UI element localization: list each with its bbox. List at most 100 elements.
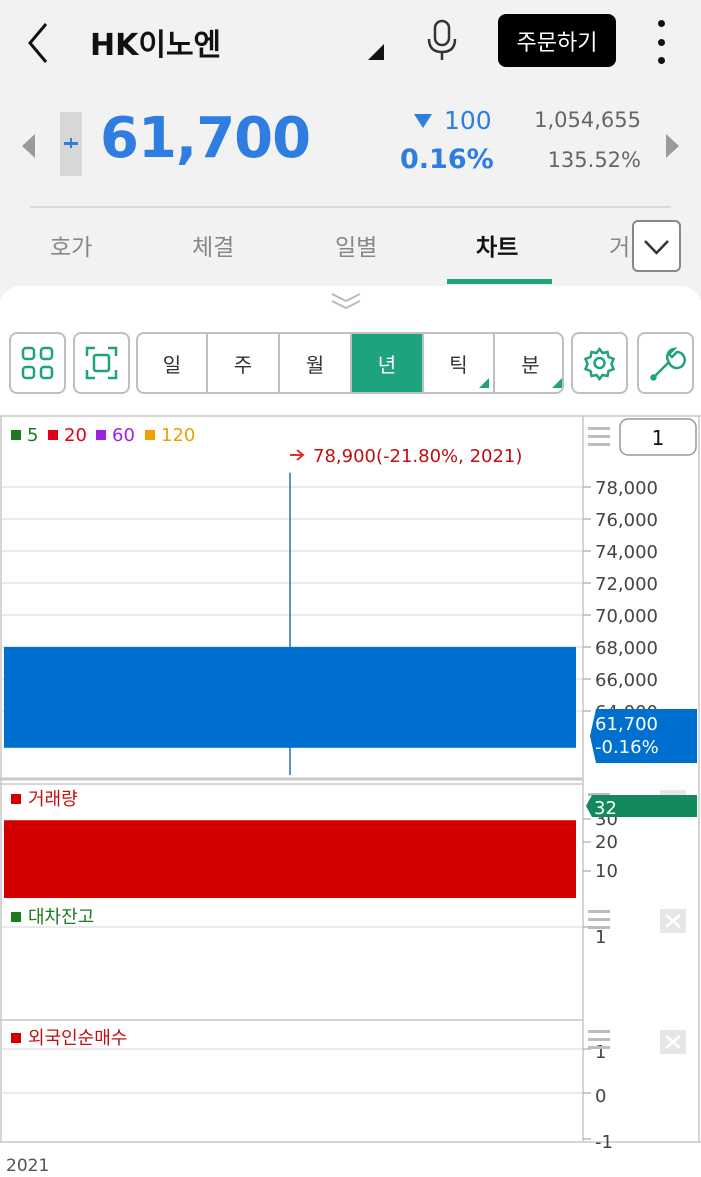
price-tick-label: 74,000 [595, 542, 658, 563]
price-tick-label: 78,000 [595, 478, 658, 499]
tab-trades[interactable]: 체결 [192, 228, 234, 262]
period-year[interactable]: 년 [352, 334, 424, 392]
x-axis-tick-2021: 2021 [6, 1156, 49, 1176]
candle-body [4, 647, 576, 748]
microphone-icon[interactable] [424, 18, 460, 62]
ma-legend: 5 20 60 120 [11, 425, 195, 446]
loan-panel-close-icon[interactable] [660, 909, 686, 933]
price-change-percent: 0.16% [400, 144, 494, 175]
legend-swatch-ma60 [96, 430, 106, 440]
price-tick-label: 66,000 [595, 670, 658, 691]
foreign-panel-title: 외국인순매수 [28, 1028, 127, 1049]
period-week[interactable]: 주 [208, 334, 280, 392]
tab-expand-button[interactable] [632, 220, 681, 272]
current-price-tag: 61,700 -0.16% [590, 709, 697, 763]
legend-swatch-ma5 [11, 430, 21, 440]
back-arrow-icon[interactable] [24, 18, 56, 68]
order-button[interactable]: 주문하기 [498, 14, 616, 67]
submenu-corner-icon [552, 378, 562, 388]
price-change-value: 100 [444, 106, 492, 135]
high-annotation: 78,900(-21.80%, 2021) [290, 446, 522, 467]
price-tick-label: 68,000 [595, 638, 658, 659]
next-stock-arrow-icon[interactable] [666, 134, 679, 158]
stock-chart[interactable]: 64,00066,00068,00070,00072,00074,00076,0… [0, 415, 701, 1177]
legend-label-ma120: 120 [161, 425, 195, 446]
period-month[interactable]: 월 [280, 334, 352, 392]
price-tick-label: 76,000 [595, 510, 658, 531]
stock-title[interactable]: HK이노엔 [90, 20, 221, 64]
period-month-label: 월 [305, 352, 325, 377]
volume-tick-label: 20 [595, 832, 618, 853]
price-axis: 64,00066,00068,00070,00072,00074,00076,0… [583, 478, 658, 723]
volume-panel-title: 거래량 [28, 789, 78, 810]
legend-label-ma20: 20 [64, 425, 87, 446]
tools-button[interactable] [637, 332, 694, 394]
foreign-panel-menu-icon[interactable] [588, 1030, 610, 1049]
high-annotation-label: 78,900(-21.80%, 2021) [313, 446, 522, 467]
submenu-corner-icon [479, 378, 489, 388]
tab-bar: 호가 체결 일별 차트 거 [0, 210, 701, 286]
loan-panel-menu-icon[interactable] [588, 910, 610, 929]
tab-more[interactable]: 거 [609, 228, 630, 262]
trade-volume: 1,054,655 [534, 108, 641, 132]
loan-balance-panel[interactable]: 1 [2, 926, 606, 948]
legend-swatch-ma120 [145, 430, 155, 440]
price-change: 100 [414, 106, 492, 135]
tab-chart[interactable]: 차트 [476, 228, 518, 262]
chart-area[interactable]: 64,00066,00068,00070,00072,00074,00076,0… [0, 415, 701, 1177]
candles[interactable] [4, 472, 576, 775]
gear-icon [583, 346, 616, 382]
more-options-icon[interactable] [650, 20, 672, 64]
period-year-label: 년 [377, 352, 397, 377]
mini-candle-icon [60, 112, 82, 176]
chart-toolbar: 일 주 월 년 틱 분 [0, 330, 701, 396]
loan-panel-title: 대차잔고 [28, 907, 94, 928]
title-dropdown-icon[interactable] [368, 44, 384, 60]
legend-swatch-ma20 [48, 430, 58, 440]
main-panel-menu-icon[interactable] [588, 427, 610, 446]
prev-stock-arrow-icon[interactable] [22, 134, 35, 158]
loan-tick-label: 1 [595, 927, 606, 948]
foreign-legend-swatch [11, 1033, 21, 1043]
current-price-tag-value: 61,700 [595, 714, 658, 735]
chevron-down-icon [644, 240, 669, 255]
foreign-net-buy-panel[interactable]: 1 0 -1 [2, 1042, 613, 1153]
divider [30, 206, 671, 208]
volume-tick-label: 10 [595, 861, 618, 882]
legend-label-ma60: 60 [112, 425, 135, 446]
volume-current-tag: 32 [586, 795, 697, 819]
volume-panel[interactable]: 102030 [4, 809, 618, 898]
sheet-handle-icon[interactable] [330, 292, 362, 310]
volume-legend-swatch [11, 794, 21, 804]
down-triangle-icon [414, 113, 432, 128]
period-minute[interactable]: 분 [495, 334, 562, 392]
period-tick[interactable]: 틱 [424, 334, 495, 392]
current-price: 61,700 [100, 106, 311, 171]
tab-orderbook[interactable]: 호가 [50, 228, 92, 262]
foreign-tick-label: 1 [595, 1042, 606, 1063]
volume-current-tag-value: 32 [594, 798, 617, 819]
settings-button[interactable] [571, 332, 628, 394]
period-day-label: 일 [162, 352, 182, 377]
fullscreen-icon [85, 346, 118, 380]
volume-bar [4, 820, 576, 898]
volume-ratio: 135.52% [547, 148, 641, 172]
current-price-tag-change: -0.16% [595, 737, 659, 758]
period-tick-label: 틱 [449, 352, 468, 377]
price-tick-label: 72,000 [595, 574, 658, 595]
grid-icon [21, 346, 54, 380]
foreign-tick-label: 0 [595, 1086, 606, 1107]
tab-daily[interactable]: 일별 [335, 228, 377, 262]
count-input-value: 1 [652, 426, 665, 450]
period-day[interactable]: 일 [138, 334, 208, 392]
tab-active-indicator [447, 279, 552, 284]
period-week-label: 주 [233, 352, 253, 377]
foreign-panel-close-icon[interactable] [660, 1030, 686, 1054]
foreign-tick-label: -1 [595, 1132, 613, 1153]
price-tick-label: 70,000 [595, 606, 658, 627]
period-minute-label: 분 [521, 352, 540, 377]
loan-legend-swatch [11, 912, 21, 922]
layout-grid-button[interactable] [9, 332, 66, 394]
legend-label-ma5: 5 [27, 425, 38, 446]
fullscreen-button[interactable] [73, 332, 130, 394]
